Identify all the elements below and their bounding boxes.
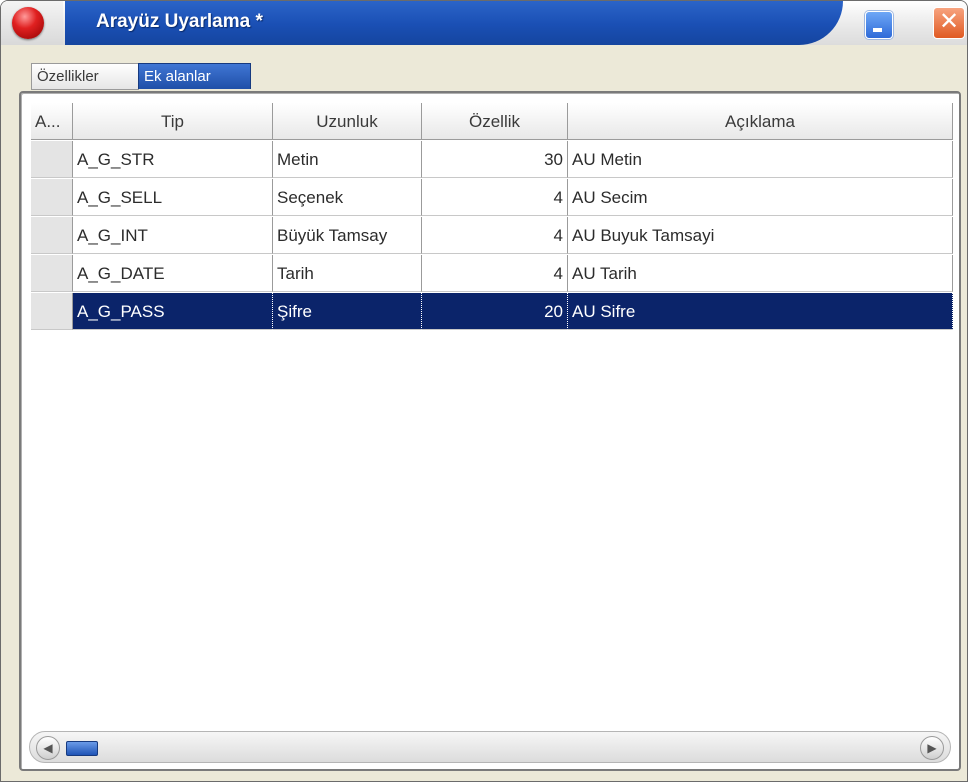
horizontal-scrollbar[interactable]: ◀ ▶ xyxy=(29,731,951,763)
column-header-ozellik[interactable]: Özellik xyxy=(422,103,568,140)
cell-uzunluk[interactable]: Büyük Tamsay xyxy=(273,217,422,254)
cell-tip[interactable]: A_G_SELL xyxy=(73,179,273,216)
cell-aciklama[interactable]: AU Tarih xyxy=(568,255,953,292)
table-row[interactable]: A_G_SELL Seçenek 4 AU Secim xyxy=(31,179,953,217)
table-row-selected[interactable]: A_G_PASS Şifre 20 AU Sifre xyxy=(31,293,953,331)
tab-ek-alanlar[interactable]: Ek alanlar xyxy=(138,63,251,89)
scroll-left-icon[interactable]: ◀ xyxy=(36,736,60,760)
cell-ozellik[interactable]: 4 xyxy=(422,179,568,216)
column-header-tip[interactable]: Tip xyxy=(73,103,273,140)
window-title: Arayüz Uyarlama * xyxy=(96,11,263,32)
cell-tip[interactable]: A_G_PASS xyxy=(73,293,273,330)
app-logo-icon[interactable] xyxy=(12,7,44,39)
cell-tip[interactable]: A_G_STR xyxy=(73,141,273,178)
column-header-uzunluk[interactable]: Uzunluk xyxy=(273,103,422,140)
cell-ozellik[interactable]: 30 xyxy=(422,141,568,178)
cell-aciklama[interactable]: AU Secim xyxy=(568,179,953,216)
row-header[interactable] xyxy=(31,141,73,178)
cell-aciklama[interactable]: AU Sifre xyxy=(568,293,953,330)
cell-uzunluk[interactable]: Metin xyxy=(273,141,422,178)
cell-aciklama[interactable]: AU Buyuk Tamsayi xyxy=(568,217,953,254)
cell-uzunluk[interactable]: Şifre xyxy=(273,293,422,330)
row-header[interactable] xyxy=(31,293,73,330)
cell-uzunluk[interactable]: Seçenek xyxy=(273,179,422,216)
table-row[interactable]: A_G_INT Büyük Tamsay 4 AU Buyuk Tamsayi xyxy=(31,217,953,255)
cell-ozellik[interactable]: 20 xyxy=(422,293,568,330)
title-bar[interactable]: Arayüz Uyarlama * ✕ xyxy=(1,1,967,45)
row-header[interactable] xyxy=(31,255,73,292)
table-row[interactable]: A_G_STR Metin 30 AU Metin xyxy=(31,141,953,179)
minimize-icon xyxy=(873,28,882,32)
close-button[interactable]: ✕ xyxy=(933,7,965,39)
scroll-right-icon[interactable]: ▶ xyxy=(920,736,944,760)
close-icon: ✕ xyxy=(938,8,960,35)
scroll-thumb[interactable] xyxy=(66,741,98,756)
cell-aciklama[interactable]: AU Metin xyxy=(568,141,953,178)
cell-tip[interactable]: A_G_INT xyxy=(73,217,273,254)
tab-ozellikler[interactable]: Özellikler xyxy=(31,63,139,90)
cell-tip[interactable]: A_G_DATE xyxy=(73,255,273,292)
column-header-a[interactable]: A... xyxy=(31,103,73,140)
cell-ozellik[interactable]: 4 xyxy=(422,217,568,254)
app-window: Arayüz Uyarlama * ✕ Özellikler Ek alanla… xyxy=(0,0,968,782)
grid-panel: A... Tip Uzunluk Özellik Açıklama A_G_ST… xyxy=(19,91,961,771)
table-row[interactable]: A_G_DATE Tarih 4 AU Tarih xyxy=(31,255,953,293)
column-header-aciklama[interactable]: Açıklama xyxy=(568,103,953,140)
cell-ozellik[interactable]: 4 xyxy=(422,255,568,292)
cell-uzunluk[interactable]: Tarih xyxy=(273,255,422,292)
header-row: A... Tip Uzunluk Özellik Açıklama xyxy=(31,103,953,141)
row-header[interactable] xyxy=(31,217,73,254)
minimize-button[interactable] xyxy=(865,11,893,39)
row-header[interactable] xyxy=(31,179,73,216)
